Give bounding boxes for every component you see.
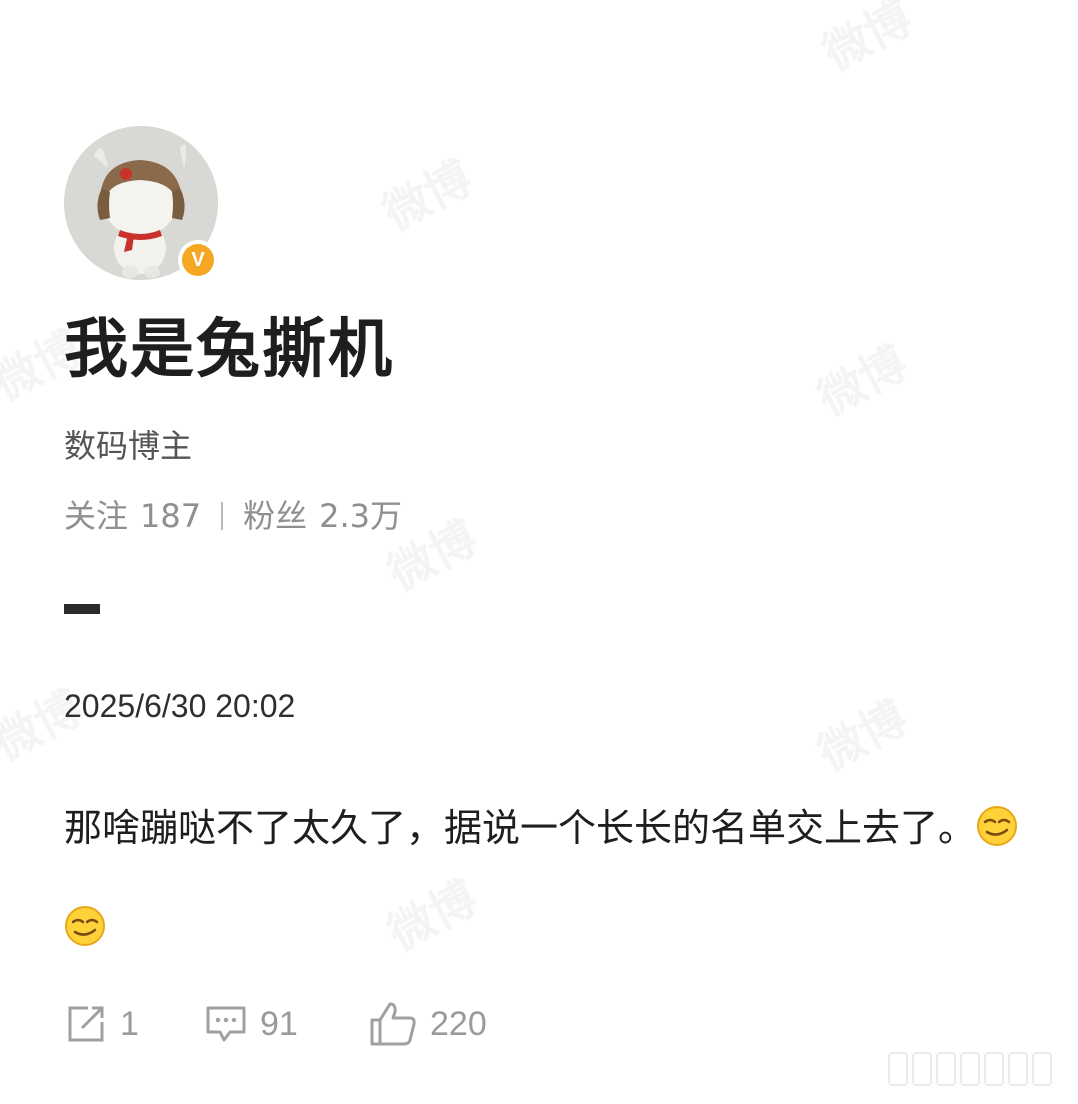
watermark: 微博	[805, 682, 917, 783]
thumbs-up-icon	[370, 1002, 416, 1046]
repost-count: 1	[120, 1004, 139, 1043]
smirk-emoji-icon	[65, 906, 105, 946]
profile-stats: 关注 187 粉丝 2.3万	[64, 494, 402, 538]
like-button[interactable]: 220	[368, 1000, 487, 1048]
post-content: 那啥蹦哒不了太久了，据说一个长长的名单交上去了。	[64, 778, 1024, 978]
verified-v-icon: V	[182, 244, 214, 276]
watermark: 微博	[810, 0, 922, 84]
follow-label: 关注	[64, 497, 129, 535]
profile-name[interactable]: 我是兔撕机	[64, 312, 394, 388]
corner-watermark	[858, 1034, 1078, 1104]
follow-stat[interactable]: 关注 187	[64, 494, 201, 538]
watermark: 微博	[805, 327, 917, 428]
repost-button[interactable]: 1	[64, 1002, 204, 1046]
fans-count: 2.3万	[319, 497, 403, 535]
verified-badge: V	[178, 240, 218, 280]
post-text: 那啥蹦哒不了太久了，据说一个长长的名单交上去了。	[64, 806, 977, 850]
like-count: 220	[430, 1004, 487, 1043]
comment-count: 91	[260, 1004, 298, 1043]
comment-button[interactable]: 91	[204, 1002, 368, 1046]
fans-label: 粉丝	[243, 497, 308, 535]
follow-count: 187	[140, 497, 202, 535]
comment-icon	[206, 1006, 246, 1042]
section-divider	[64, 604, 100, 614]
profile-role: 数码博主	[64, 427, 193, 465]
post-actions: 1 91 220	[64, 1000, 487, 1048]
watermark: 微博	[370, 142, 482, 243]
post-timestamp: 2025/6/30 20:02	[64, 688, 296, 724]
smirk-emoji-icon	[977, 806, 1018, 846]
repost-icon	[68, 1006, 104, 1042]
fans-stat[interactable]: 粉丝 2.3万	[243, 494, 402, 538]
stats-divider	[221, 502, 224, 530]
